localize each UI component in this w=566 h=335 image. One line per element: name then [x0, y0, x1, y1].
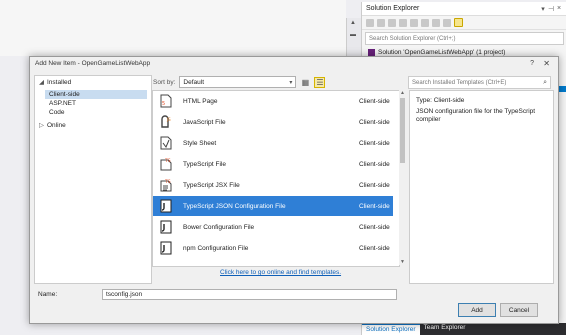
svg-text:TS: TS — [164, 158, 171, 164]
show-all-icon[interactable] — [432, 18, 440, 27]
template-category: Client-side — [359, 202, 390, 210]
refresh-icon[interactable] — [410, 18, 418, 27]
json-config-icon — [160, 220, 172, 234]
solution-explorer-toolbar — [362, 16, 566, 30]
sync-icon[interactable] — [399, 18, 407, 27]
tsx-file-icon: TS — [160, 179, 172, 192]
template-name: TypeScript JSX File — [183, 181, 240, 189]
ts-file-icon: TS — [160, 158, 172, 171]
add-new-item-dialog: Add New Item - OpenGameListWebApp ? ✕ ◢ I… — [29, 56, 559, 324]
close-icon[interactable]: × — [555, 5, 563, 12]
template-name: TypeScript File — [183, 160, 226, 168]
online-label: Online — [47, 122, 66, 129]
list-view-icon[interactable]: ☰ — [314, 76, 326, 88]
sort-value: Default — [183, 78, 205, 86]
sort-select[interactable]: Default ▾ — [179, 76, 297, 88]
template-name: Bower Configuration File — [183, 223, 255, 231]
js-file-icon: JS — [161, 115, 171, 128]
grid-view-icon[interactable]: ▦ — [300, 77, 310, 87]
pin-icon[interactable]: ⊣ — [547, 5, 555, 13]
template-name: npm Configuration File — [183, 244, 249, 252]
collapsed-caret-icon: ▷ — [39, 122, 44, 129]
template-category: Client-side — [359, 139, 390, 147]
name-row: Name: tsconfig.json — [34, 288, 556, 300]
template-item-javascript-file[interactable]: JS JavaScript File Client-side — [153, 112, 393, 132]
search-icon: ⌕ — [543, 78, 547, 86]
template-item-npm-config[interactable]: npm Configuration File Client-side — [153, 238, 393, 258]
solution-explorer-title: Solution Explorer — [366, 5, 420, 12]
template-item-typescript-json-config[interactable]: TypeScript JSON Configuration File Clien… — [153, 196, 393, 216]
css-file-icon — [160, 136, 172, 150]
template-list-scrollbar[interactable]: ▲ ▼ — [399, 90, 406, 265]
tab-team-explorer[interactable]: Team Explorer — [420, 323, 470, 335]
template-category: Client-side — [359, 118, 390, 126]
chevron-down-icon: ▾ — [289, 79, 293, 86]
tree-node-installed[interactable]: ◢ Installed — [35, 78, 151, 87]
properties-icon[interactable] — [443, 18, 451, 27]
tab-solution-explorer[interactable]: Solution Explorer — [362, 323, 420, 335]
scroll-up-icon[interactable]: ▲ — [350, 20, 356, 26]
template-list: 5 HTML Page Client-side JS JavaScript Fi… — [152, 90, 400, 267]
template-category: Client-side — [359, 223, 390, 231]
template-category: Client-side — [359, 160, 390, 168]
template-item-typescript-jsx-file[interactable]: TS TypeScript JSX File Client-side — [153, 175, 393, 195]
tree-node-aspnet[interactable]: ASP.NET — [35, 99, 151, 108]
svg-text:5: 5 — [162, 101, 165, 107]
template-search-input[interactable]: Search Installed Templates (Ctrl+E) ⌕ — [408, 76, 551, 89]
svg-text:JS: JS — [166, 117, 171, 122]
solution-tree-label: Solution 'OpenGameListWebApp' (1 project… — [378, 48, 506, 56]
template-category: Client-side — [359, 97, 390, 105]
svg-text:TS: TS — [164, 179, 171, 185]
solution-explorer-titlebar: Solution Explorer ▾ ⊣ × — [362, 2, 566, 16]
solution-icon — [368, 48, 375, 56]
sort-toolbar: Sort by: Default ▾ ▦ ☰ — [153, 76, 399, 88]
template-category: Client-side — [359, 244, 390, 252]
tree-node-online[interactable]: ▷ Online — [35, 121, 151, 130]
add-button[interactable]: Add — [458, 303, 496, 317]
preview-icon[interactable] — [454, 18, 463, 27]
forward-icon[interactable] — [377, 18, 385, 27]
explorer-tabs: Solution Explorer Team Explorer — [362, 323, 566, 335]
template-item-style-sheet[interactable]: Style Sheet Client-side — [153, 133, 393, 153]
tree-node-client-side[interactable]: Client-side — [45, 90, 147, 99]
template-category-tree: ◢ Installed Client-side ASP.NET Code ▷ Onl… — [34, 75, 152, 284]
sort-label: Sort by: — [153, 78, 176, 86]
cancel-button[interactable]: Cancel — [500, 303, 538, 317]
expanded-caret-icon: ◢ — [39, 79, 44, 86]
template-description: JSON configuration file for the TypeScri… — [416, 108, 536, 123]
template-name: TypeScript JSON Configuration File — [183, 202, 286, 210]
close-button[interactable]: ✕ — [543, 59, 550, 68]
scroll-up-icon[interactable]: ▲ — [400, 90, 405, 96]
home-icon[interactable] — [388, 18, 396, 27]
template-name: Style Sheet — [183, 139, 217, 147]
dialog-titlebar: Add New Item - OpenGameListWebApp ? ✕ — [30, 57, 558, 70]
template-category: Client-side — [359, 181, 390, 189]
dropdown-icon[interactable]: ▾ — [539, 5, 547, 13]
template-item-typescript-file[interactable]: TS TypeScript File Client-side — [153, 154, 393, 174]
template-name: HTML Page — [183, 97, 218, 105]
back-icon[interactable] — [366, 18, 374, 27]
solution-search-input[interactable]: Search Solution Explorer (Ctrl+;) — [365, 32, 564, 45]
template-type: Type: Client-side — [416, 97, 465, 104]
scroll-mark-icon: ▬ — [350, 32, 356, 38]
help-button[interactable]: ? — [530, 60, 534, 67]
tree-node-code[interactable]: Code — [35, 108, 151, 117]
json-config-icon — [160, 241, 172, 255]
template-item-bower-config[interactable]: Bower Configuration File Client-side — [153, 217, 393, 237]
editor-area — [0, 0, 346, 56]
collapse-icon[interactable] — [421, 18, 429, 27]
installed-label: Installed — [47, 79, 72, 86]
html-file-icon: 5 — [160, 94, 172, 108]
scrollbar-thumb[interactable] — [400, 98, 405, 163]
template-item-html-page[interactable]: 5 HTML Page Client-side — [153, 91, 393, 111]
json-config-icon — [160, 199, 172, 213]
scroll-down-icon[interactable]: ▼ — [400, 259, 405, 265]
template-details-pane: Type: Client-side JSON configuration fil… — [409, 90, 554, 284]
dialog-title: Add New Item - OpenGameListWebApp — [35, 60, 151, 67]
name-label: Name: — [38, 290, 58, 298]
template-search-placeholder: Search Installed Templates (Ctrl+E) — [412, 79, 507, 86]
online-templates-link[interactable]: Click here to go online and find templat… — [220, 269, 341, 276]
template-name: JavaScript File — [183, 118, 226, 126]
name-field[interactable]: tsconfig.json — [102, 288, 397, 300]
